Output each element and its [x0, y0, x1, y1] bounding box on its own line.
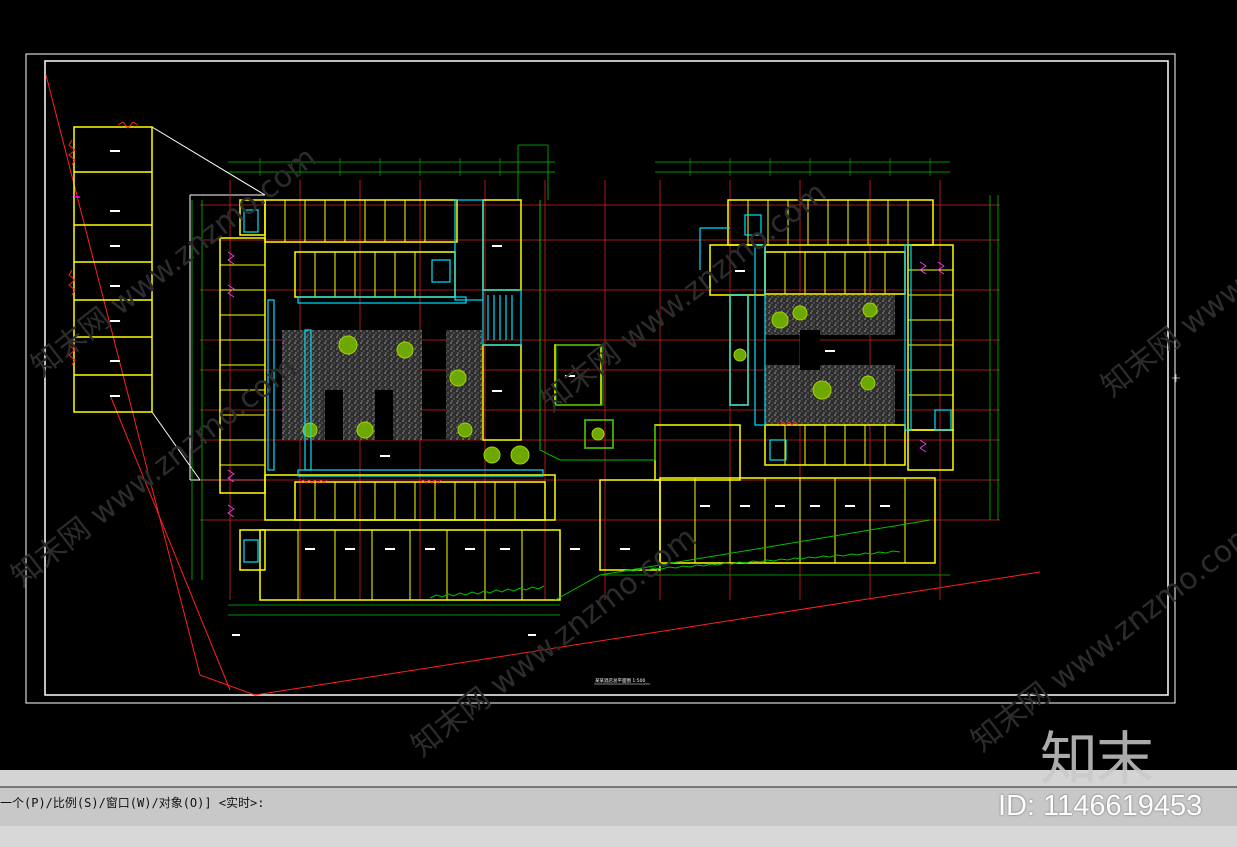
status-bar	[0, 826, 1237, 847]
plan-title: 某某酒店总平面图 1:500	[595, 677, 646, 684]
crosshair-marker	[1172, 374, 1180, 382]
watermark-id: ID: 1146619453	[998, 790, 1203, 822]
command-prompt[interactable]: 一个(P)/比例(S)/窗口(W)/对象(O)] <实时>:	[0, 794, 265, 811]
cad-drawing-canvas[interactable]: 某某酒店总平面图 1:500 知末网 www.znzmo.com 知末网 www…	[0, 0, 1237, 770]
watermark-logo: 知末	[1040, 725, 1154, 793]
